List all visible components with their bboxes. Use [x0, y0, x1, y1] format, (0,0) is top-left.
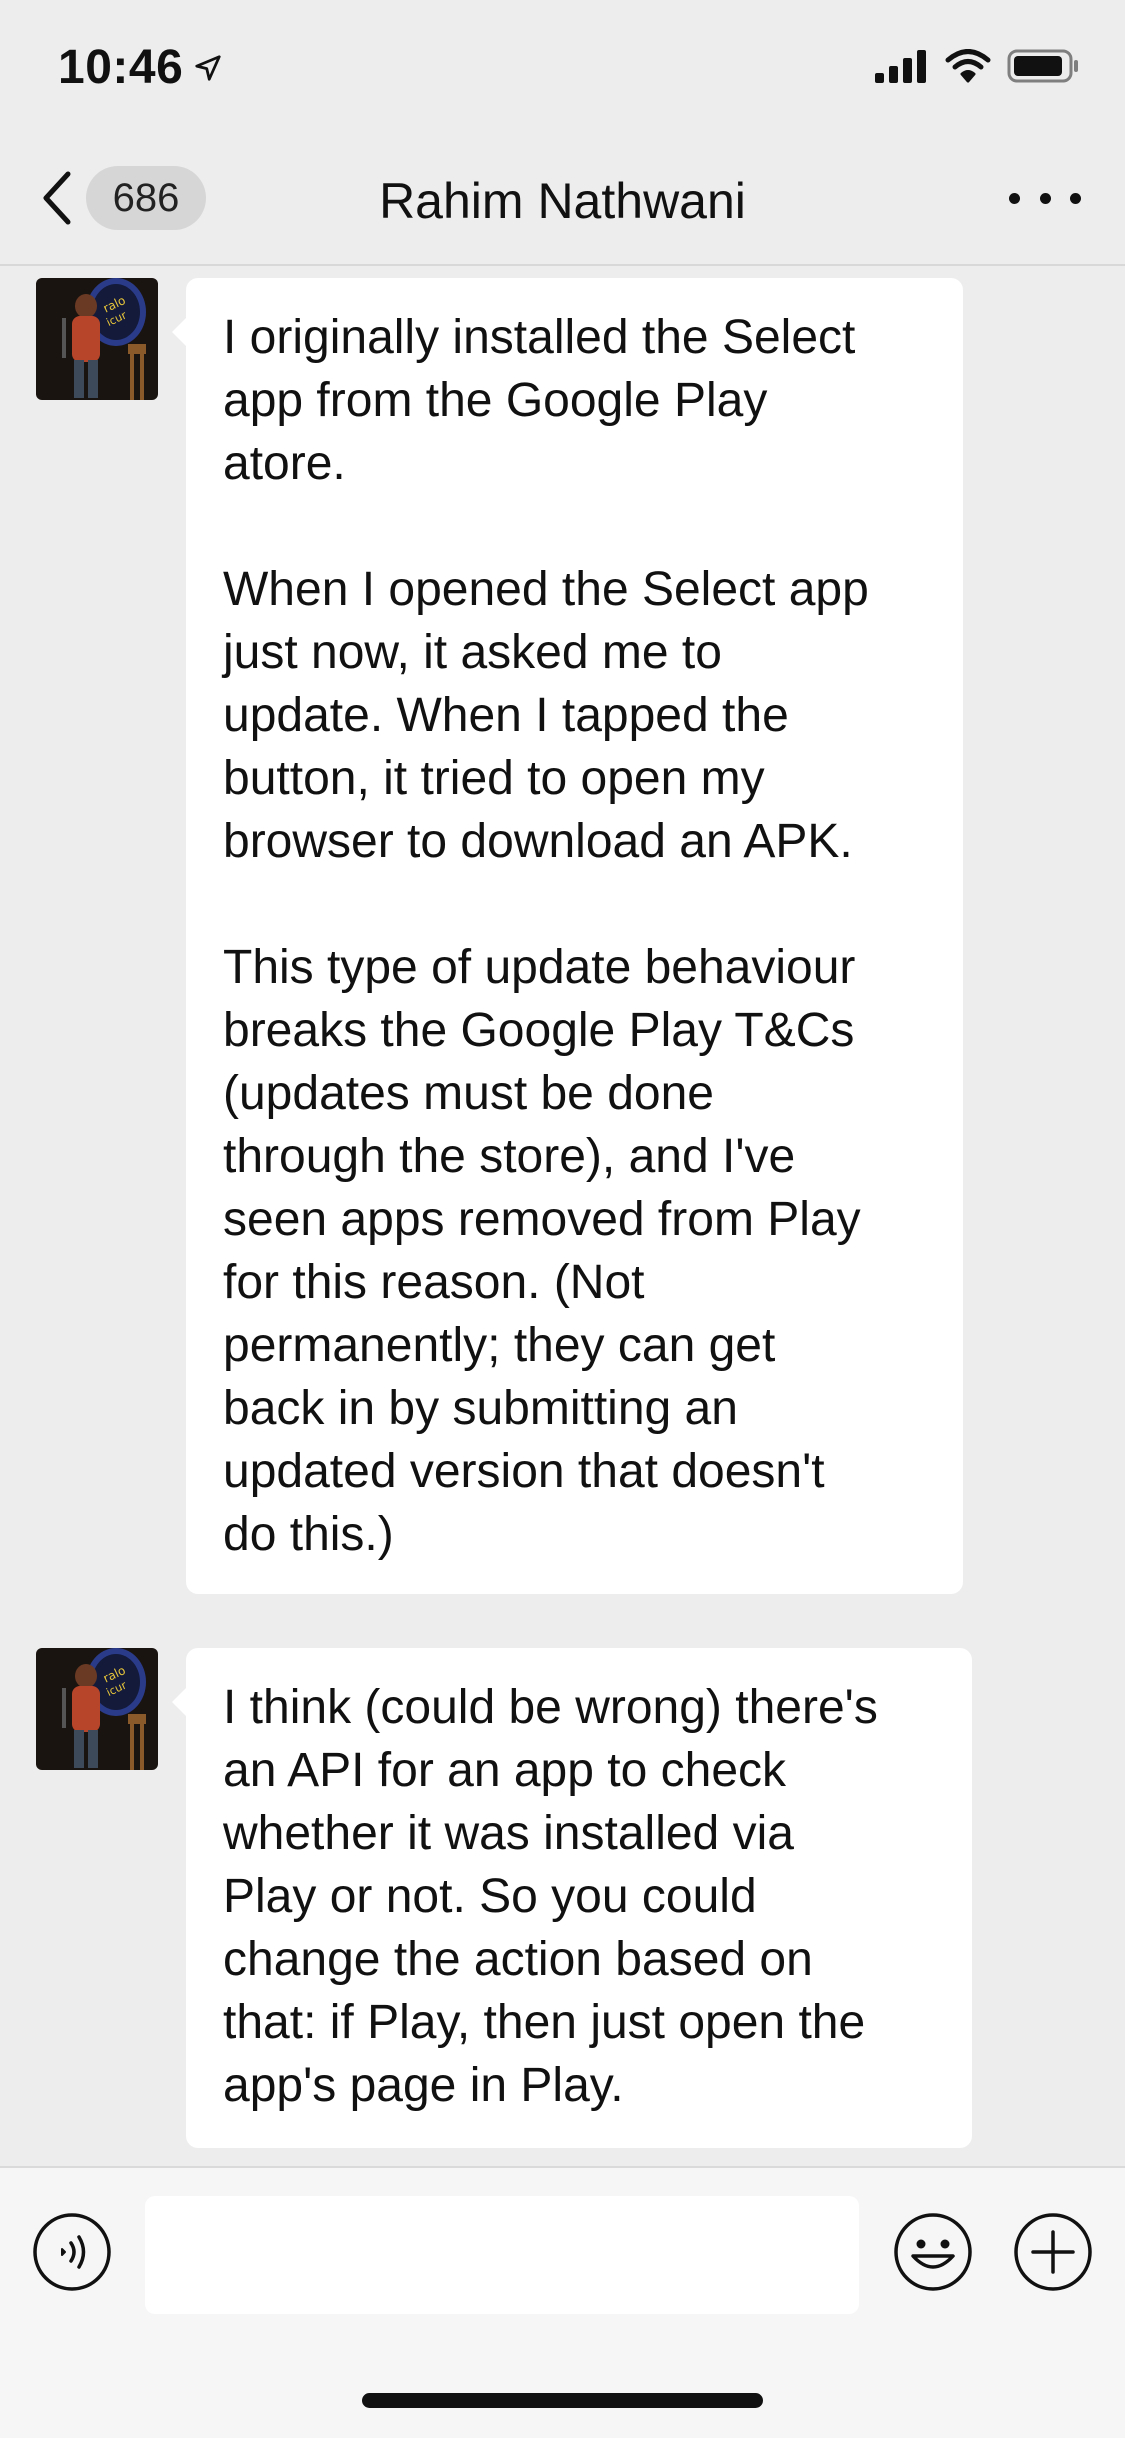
- message-list[interactable]: ralo icur I originally installed the Sel…: [0, 266, 1125, 2166]
- voice-icon: [33, 2213, 111, 2291]
- message-bubble[interactable]: I originally installed the Select app fr…: [172, 278, 963, 1594]
- more-options-button[interactable]: [1009, 174, 1081, 222]
- message-input[interactable]: [145, 2196, 859, 2314]
- avatar-photo-icon: ralo icur: [36, 1648, 158, 1770]
- status-icons: [875, 48, 1081, 84]
- ellipsis-icon: [1009, 192, 1020, 204]
- plus-icon: [1014, 2213, 1092, 2291]
- location-arrow-icon: [195, 54, 221, 81]
- battery-icon: [1007, 49, 1078, 83]
- status-bar: 10:46: [0, 0, 1125, 132]
- message: ralo icur I originally installed the Sel…: [0, 266, 1125, 1616]
- status-time: 10:46: [58, 41, 184, 94]
- emoji-icon: [894, 2213, 972, 2291]
- more-actions-button[interactable]: [1013, 2212, 1093, 2292]
- wifi-icon: [945, 49, 991, 83]
- message: ralo icur I think (could be wrong) there…: [0, 1636, 1125, 2156]
- home-indicator[interactable]: [362, 2393, 763, 2408]
- voice-input-button[interactable]: [32, 2212, 112, 2292]
- avatar-photo-icon: ralo icur: [36, 278, 158, 400]
- message-bubble[interactable]: I think (could be wrong) there's an API …: [172, 1648, 972, 2148]
- avatar[interactable]: ralo icur: [36, 1648, 158, 1770]
- signal-icon: [875, 50, 926, 83]
- chat-title: Rahim Nathwani: [379, 173, 746, 229]
- avatar[interactable]: ralo icur: [36, 278, 158, 400]
- emoji-button[interactable]: [893, 2212, 973, 2292]
- status-time-group: 10:46: [58, 40, 223, 95]
- chat-header: 686 Rahim Nathwani: [0, 132, 1125, 266]
